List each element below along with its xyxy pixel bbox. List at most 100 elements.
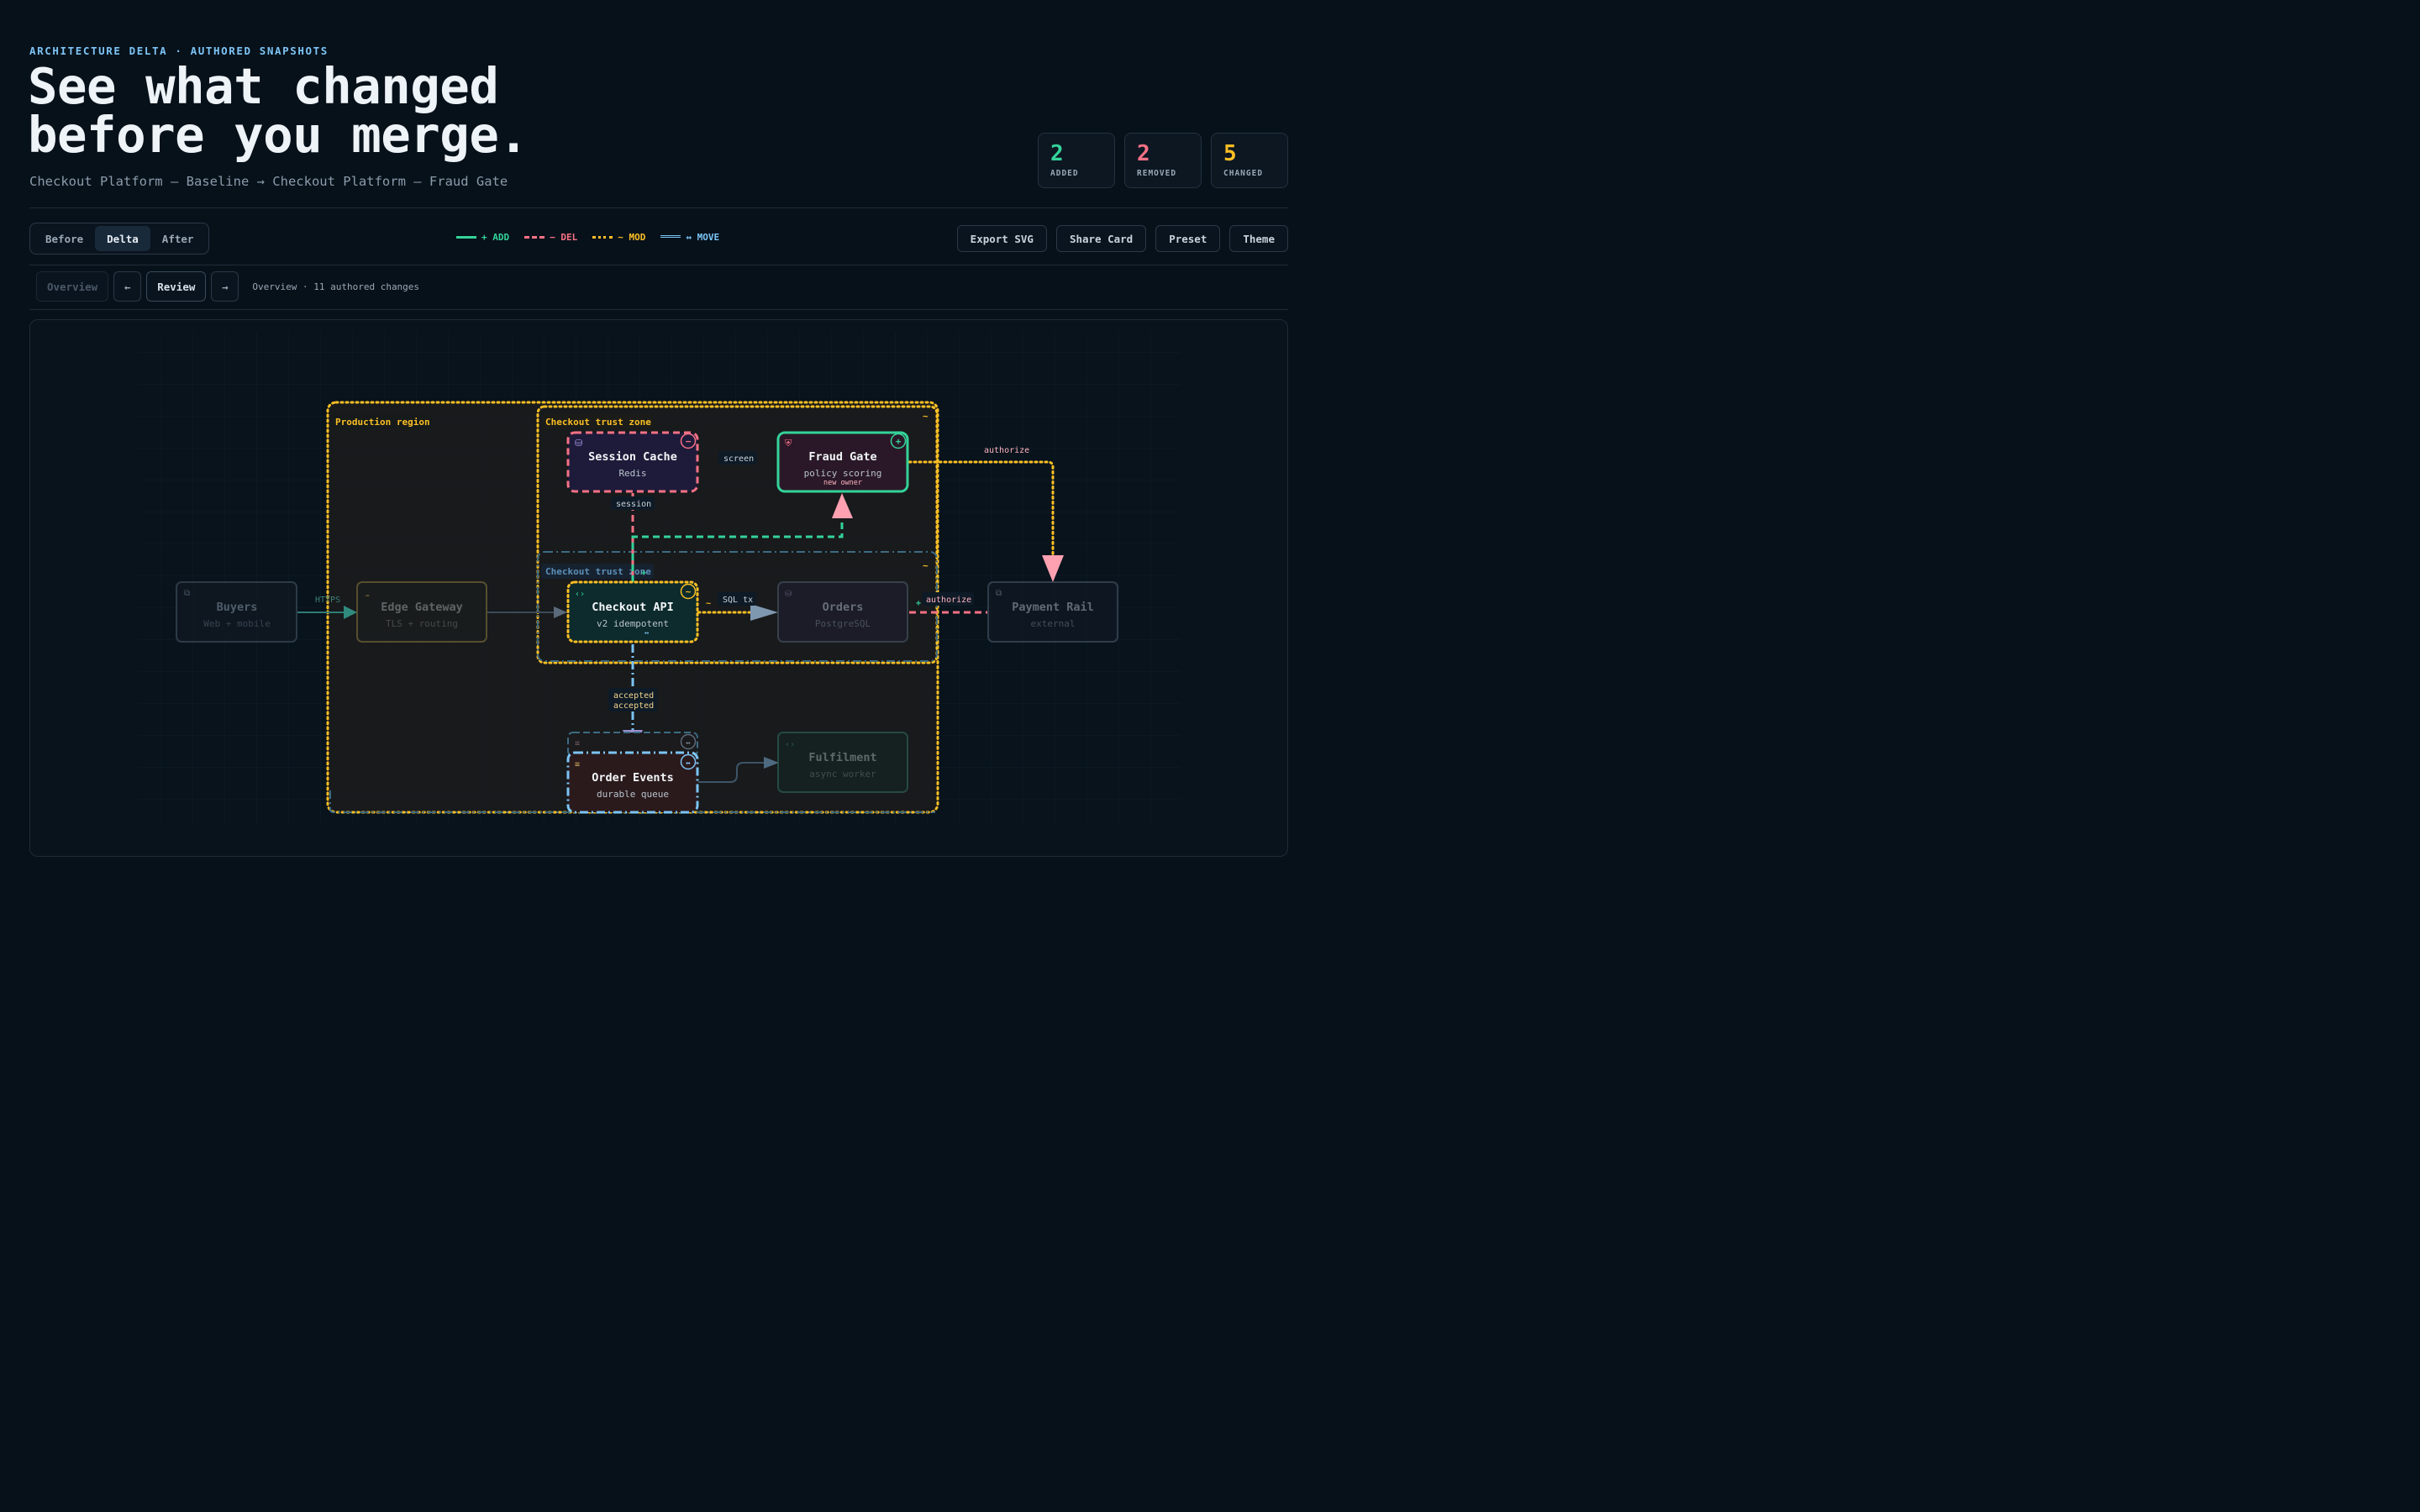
node-title-fraud: Fraud Gate <box>808 450 876 464</box>
edge-label-https: HTTPS <box>315 596 340 605</box>
export-svg-button[interactable]: Export SVG <box>956 225 1047 252</box>
architecture-diagram: Production region ~ Checkout trust zone … <box>138 333 1180 824</box>
node-fraud-gate[interactable]: ⛨ Fraud Gate policy scoring new owner + <box>776 431 909 493</box>
code-icon: ‹› <box>785 740 795 749</box>
removed-badge-text: − <box>686 436 692 447</box>
node-title-session: Session Cache <box>588 450 677 464</box>
view-after-button[interactable]: After <box>150 226 206 251</box>
group-label-production: Production region <box>335 417 430 428</box>
node-order-events[interactable]: ≡ Order Events durable queue ↔ <box>566 751 699 814</box>
node-orders[interactable]: ⛁ Orders PostgreSQL <box>777 581 908 643</box>
node-sub-checkout: v2 idempotent <box>597 618 669 629</box>
move-badge-text: ↔ <box>686 759 691 768</box>
stat-added: 2 ADDED <box>1038 133 1115 188</box>
ghost-move-badge-text: ↔ <box>686 739 691 748</box>
legend-mod-swatch <box>592 236 613 239</box>
added-badge-text: + <box>896 436 902 447</box>
view-toggle: Before Delta After <box>29 223 210 255</box>
node-edge-gateway[interactable]: ☁ Edge Gateway TLS + routing <box>356 581 487 643</box>
prev-step-button[interactable]: ← <box>113 271 142 302</box>
legend-del-swatch <box>524 236 545 239</box>
legend-add-label: + ADD <box>481 232 510 243</box>
node-sub-events: durable queue <box>597 789 669 800</box>
edge-label-authorize-orders: authorize <box>926 596 971 605</box>
edge-label-accepted-1: accepted <box>613 691 654 701</box>
page: ARCHITECTURE DELTA · AUTHORED SNAPSHOTS … <box>0 0 1318 857</box>
node-sub-payment: external <box>1031 618 1076 629</box>
node-buyers[interactable]: ⧉ Buyers Web + mobile <box>176 581 297 643</box>
shield-icon: ⛨ <box>785 438 792 449</box>
group-label-trust-zone: Checkout trust zone <box>545 417 651 428</box>
move-marker: ↔ <box>644 629 650 638</box>
modified-badge-text: ~ <box>686 586 692 597</box>
node-payment-rail[interactable]: ⧉ Payment Rail external <box>987 581 1118 643</box>
node-title-fulfilment: Fulfilment <box>808 751 876 764</box>
edge-label-authorize-fraud: authorize <box>984 446 1029 455</box>
node-sub-orders: PostgreSQL <box>815 618 871 629</box>
diagram-canvas[interactable]: Production region ~ Checkout trust zone … <box>29 319 1288 857</box>
external-icon: ⧉ <box>996 589 1002 598</box>
edge-add-marker: + <box>916 599 921 608</box>
legend-del-label: − DEL <box>550 232 578 243</box>
code-icon: ‹› <box>575 590 585 599</box>
group-mod-marker: ~ <box>923 411 929 422</box>
stat-added-value: 2 <box>1050 141 1064 166</box>
legend-mod-label: ~ MOD <box>618 232 646 243</box>
queue-icon: ≡ <box>575 739 580 748</box>
overview-button[interactable]: Overview <box>36 271 109 302</box>
preset-button[interactable]: Preset <box>1155 225 1221 252</box>
node-sub-fulfilment: async worker <box>809 769 876 780</box>
node-title-checkout: Checkout API <box>592 601 674 614</box>
node-sub-session: Redis <box>618 468 646 479</box>
legend-add: + ADD <box>456 232 509 243</box>
eyebrow: ARCHITECTURE DELTA · AUTHORED SNAPSHOTS <box>29 45 329 57</box>
group-mod-marker-2: ~ <box>923 560 929 571</box>
stat-removed-value: 2 <box>1137 141 1150 166</box>
node-title-events: Order Events <box>592 771 674 785</box>
edge-label-accepted-2: accepted <box>613 701 654 711</box>
stats-summary: 2 ADDED 2 REMOVED 5 CHANGED <box>1038 133 1288 188</box>
external-icon: ⧉ <box>184 589 190 598</box>
share-card-button[interactable]: Share Card <box>1055 225 1147 252</box>
legend-add-swatch <box>456 236 476 239</box>
node-fulfilment[interactable]: ‹› Fulfilment async worker <box>777 732 908 793</box>
edge-label-sql: SQL tx <box>723 596 753 605</box>
stat-changed-value: 5 <box>1223 141 1237 166</box>
review-status: Overview · 11 authored changes <box>252 281 420 292</box>
legend-move: ↔ MOVE <box>660 232 719 243</box>
node-session-cache[interactable]: ⛁ Session Cache Redis − <box>566 431 699 493</box>
node-sub-edge: TLS + routing <box>386 618 458 629</box>
edge-screen-label: screen <box>718 451 757 465</box>
group-label-trust-zone-moved: Checkout trust zone <box>545 566 651 577</box>
edge-mod-marker: ~ <box>706 599 711 608</box>
view-delta-button[interactable]: Delta <box>95 226 150 251</box>
stat-changed-label: CHANGED <box>1223 169 1264 178</box>
trust-zone-add-marker: + <box>641 569 646 578</box>
stat-changed: 5 CHANGED <box>1211 133 1288 188</box>
divider <box>29 309 1288 310</box>
node-sub-fraud: policy scoring <box>804 468 882 479</box>
title-line-2: before you merge. <box>28 106 529 164</box>
node-title-orders: Orders <box>823 601 864 614</box>
queue-icon: ≡ <box>575 760 580 769</box>
database-icon: ⛁ <box>785 590 792 599</box>
view-before-button[interactable]: Before <box>34 226 95 251</box>
next-step-button[interactable]: → <box>211 271 239 302</box>
change-legend: + ADD − DEL ~ MOD ↔ MOVE <box>456 232 719 243</box>
divider <box>29 207 1288 208</box>
review-toolbar: Overview ← Review → Overview · 11 author… <box>36 271 419 302</box>
snapshot-subtitle: Checkout Platform — Baseline → Checkout … <box>29 174 508 189</box>
review-button[interactable]: Review <box>146 271 207 302</box>
cloud-icon: ☁ <box>365 590 370 599</box>
node-title-edge: Edge Gateway <box>381 601 463 614</box>
action-bar: Export SVG Share Card Preset Theme <box>956 225 1288 252</box>
theme-button[interactable]: Theme <box>1229 225 1288 252</box>
node-note-fraud: new owner <box>823 479 862 487</box>
stat-added-label: ADDED <box>1050 169 1079 178</box>
stat-removed-label: REMOVED <box>1137 169 1177 178</box>
node-checkout-api[interactable]: ‹› Checkout API v2 idempotent ↔ ~ <box>566 580 699 643</box>
legend-del: − DEL <box>524 232 577 243</box>
node-title-payment: Payment Rail <box>1012 601 1094 614</box>
node-title-buyers: Buyers <box>217 601 258 614</box>
edge-label-screen: screen <box>723 454 754 464</box>
